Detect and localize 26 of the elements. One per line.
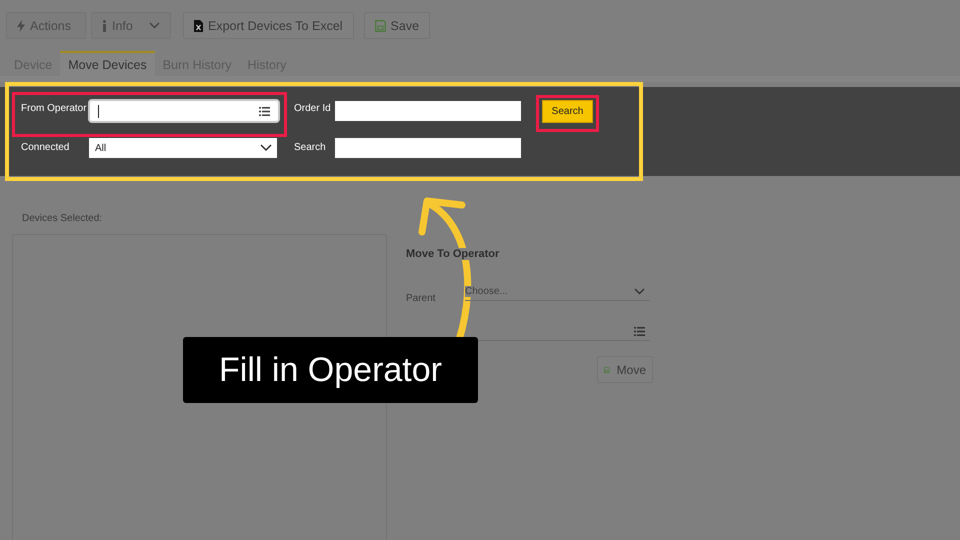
section-title: Move To Operator bbox=[406, 248, 500, 260]
chevron-down-icon bbox=[260, 144, 272, 152]
bolt-icon bbox=[17, 20, 25, 32]
connected-select[interactable]: All bbox=[89, 138, 277, 158]
info-icon bbox=[102, 20, 107, 32]
search-button[interactable]: Search bbox=[542, 100, 593, 122]
list-icon bbox=[259, 106, 270, 116]
field-label: Connected bbox=[21, 141, 70, 153]
field-label: From Operator bbox=[21, 102, 88, 114]
search-field[interactable] bbox=[335, 138, 521, 158]
tab[interactable]: Move Devices bbox=[60, 51, 155, 76]
list-icon bbox=[634, 326, 645, 336]
field-label: Order Id bbox=[293, 102, 332, 114]
devices-selected-label: Devices Selected: bbox=[22, 213, 104, 226]
operator-field[interactable] bbox=[88, 99, 280, 123]
toolbar-button[interactable]: Save bbox=[364, 12, 430, 39]
toolbar-button[interactable]: Export Devices To Excel bbox=[183, 12, 354, 39]
field-label: Parent bbox=[406, 293, 436, 304]
order-id-field[interactable] bbox=[335, 101, 521, 121]
callout-label: Fill in Operator bbox=[183, 337, 478, 403]
chevron-down-icon bbox=[149, 22, 160, 29]
excel-file-icon bbox=[194, 20, 203, 32]
chevron-down-icon bbox=[634, 288, 645, 294]
parent-select[interactable]: Choose... bbox=[465, 282, 650, 301]
move-button[interactable]: Move bbox=[597, 356, 653, 383]
field-label: Search bbox=[293, 141, 327, 153]
